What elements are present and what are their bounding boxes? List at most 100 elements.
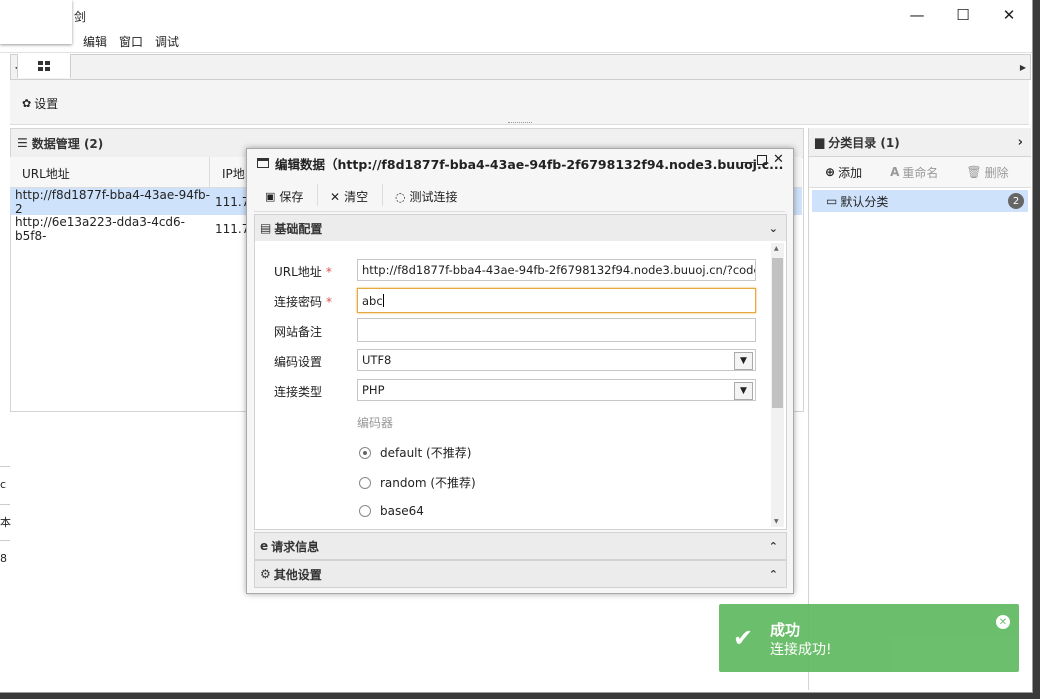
encoding-label: 编码设置 <box>274 355 323 369</box>
add-label: 添加 <box>838 165 863 180</box>
tab-scroll-right-icon[interactable]: ▶ <box>1016 55 1030 79</box>
minimize-button[interactable]: — <box>894 0 940 30</box>
tab-home[interactable] <box>17 54 71 78</box>
category-panel-title: 分类目录 (1) <box>828 135 900 150</box>
column-ip[interactable]: IP地 <box>222 165 245 182</box>
encoder-option-label: random (不推荐) <box>380 476 476 490</box>
dialog-title-bar[interactable]: 编辑数据（http://f8d1877f-bba4-43ae-94fb-2f67… <box>247 149 791 177</box>
accordion-other-header[interactable]: ⚙ 其他设置 ⌃ <box>254 560 787 588</box>
encoding-value: UTF8 <box>362 353 392 367</box>
encoder-option-label: base64 <box>380 504 424 518</box>
scroll-down-icon[interactable]: ▼ <box>774 518 779 525</box>
note-input[interactable] <box>357 318 756 342</box>
accordion-request-header[interactable]: e 请求信息 ⌃ <box>254 532 787 560</box>
settings-label: 设置 <box>34 97 59 111</box>
spinner-icon: ◌ <box>395 189 406 204</box>
dialog-close-icon[interactable]: ✕ <box>773 152 784 167</box>
close-icon: ✕ <box>1002 6 1016 24</box>
split-handle[interactable] <box>508 122 532 127</box>
minimize-icon: — <box>909 6 925 24</box>
count-badge: 2 <box>1008 193 1024 209</box>
row-ip: 111.7 <box>215 221 250 236</box>
menu-window[interactable]: 窗口 <box>119 33 143 50</box>
cogs-icon: ⚙ <box>260 567 271 581</box>
column-url[interactable]: URL地址 <box>22 165 70 182</box>
note-label: 网站备注 <box>274 325 323 339</box>
scroll-thumb[interactable] <box>772 258 783 408</box>
chevron-right-icon[interactable]: › <box>1018 135 1023 150</box>
url-label: URL地址 * <box>274 263 332 280</box>
check-icon: ✔ <box>733 624 754 652</box>
other-section-title: 其他设置 <box>273 567 322 582</box>
dialog-title: 编辑数据（http://f8d1877f-bba4-43ae-94fb-2f67… <box>275 156 784 172</box>
test-label: 测试连接 <box>409 190 458 204</box>
chevron-up-icon: ⌃ <box>768 539 778 553</box>
trash-icon: 🗑 <box>966 165 982 179</box>
category-item[interactable]: ▭ 默认分类 2 <box>812 190 1028 212</box>
overlay-popup <box>0 0 72 44</box>
save-label: 保存 <box>279 190 304 204</box>
rename-category-button[interactable]: A 重命名 <box>890 164 938 181</box>
maximize-button[interactable]: ☐ <box>940 0 986 30</box>
password-input[interactable]: abc <box>357 288 756 313</box>
tab-bar: ◀ ▶ <box>10 54 1031 80</box>
required-mark: * <box>325 265 332 279</box>
clear-label: 清空 <box>344 190 369 204</box>
scroll-up-icon[interactable]: ▲ <box>774 245 779 252</box>
test-connection-button[interactable]: ◌ 测试连接 <box>395 188 458 205</box>
row-url: http://6e13a223-dda3-4cd6-b5f8- <box>15 214 186 243</box>
url-value: http://f8d1877f-bba4-43ae-94fb-2f6798132… <box>362 263 756 277</box>
folder-open-icon: ▭ <box>826 194 838 208</box>
encoder-label: 编码器 <box>357 416 394 430</box>
gear-icon: ✿ <box>22 97 32 110</box>
folder-icon: ▆ <box>815 135 825 149</box>
left-edge <box>0 410 10 692</box>
password-label: 连接密码 * <box>274 293 332 310</box>
data-panel-title: 数据管理 (2) <box>31 136 104 151</box>
menu-edit[interactable]: 编辑 <box>83 33 107 50</box>
edge-fragment: c <box>0 478 7 491</box>
dialog-minimize-icon[interactable]: — <box>742 155 754 169</box>
password-label-text: 连接密码 <box>274 295 323 309</box>
grid-icon <box>38 61 50 71</box>
toast-title: 成功 <box>770 621 801 639</box>
success-toast: ✔ 成功 连接成功! ✕ <box>719 604 1019 672</box>
url-input[interactable]: http://f8d1877f-bba4-43ae-94fb-2f6798132… <box>357 259 756 281</box>
encoder-option-random[interactable]: random (不推荐) <box>359 474 476 491</box>
close-button[interactable]: ✕ <box>986 0 1032 30</box>
font-icon: A <box>890 165 900 179</box>
save-button[interactable]: ▣ 保存 <box>265 188 303 205</box>
window-title: 剑 <box>74 10 87 24</box>
row-ip: 111.7 <box>215 194 250 209</box>
settings-toolbar: ✿ 设置 <box>10 80 1029 125</box>
encoder-option-label: default (不推荐) <box>380 446 472 460</box>
toast-close-icon[interactable]: ✕ <box>996 615 1010 629</box>
plus-circle-icon: ⊕ <box>825 165 836 179</box>
window-icon <box>257 158 269 168</box>
menu-debug[interactable]: 调试 <box>155 33 179 50</box>
save-icon: ▣ <box>265 190 276 203</box>
clear-button[interactable]: ✕ 清空 <box>330 188 368 205</box>
file-icon: ▤ <box>260 221 272 235</box>
type-label: 连接类型 <box>274 385 323 399</box>
radio-icon <box>359 505 371 517</box>
ie-icon: e <box>260 539 269 553</box>
settings-button[interactable]: ✿ 设置 <box>22 95 58 112</box>
accordion-basic-header[interactable]: ▤ 基础配置 ⌄ <box>254 214 787 242</box>
encoding-select[interactable]: UTF8 ▼ <box>357 349 756 371</box>
password-value: abc <box>362 293 383 308</box>
category-toolbar: ⊕ 添加 A 重命名 🗑 删除 <box>809 157 1031 188</box>
delete-label: 删除 <box>984 165 1009 180</box>
encoder-option-base64[interactable]: base64 <box>359 504 424 518</box>
add-category-button[interactable]: ⊕ 添加 <box>825 164 862 181</box>
edge-fragment: 8 <box>0 552 7 565</box>
encoder-option-default[interactable]: default (不推荐) <box>359 444 471 461</box>
chevron-down-icon: ▼ <box>734 352 753 370</box>
radio-icon <box>359 476 371 489</box>
delete-category-button[interactable]: 🗑 删除 <box>966 164 1008 181</box>
basic-section-title: 基础配置 <box>274 221 323 236</box>
type-select[interactable]: PHP ▼ <box>357 379 756 401</box>
dialog-maximize-icon[interactable] <box>757 155 767 165</box>
list-icon: ☰ <box>17 136 28 150</box>
edge-fragment: 本 <box>0 516 11 529</box>
